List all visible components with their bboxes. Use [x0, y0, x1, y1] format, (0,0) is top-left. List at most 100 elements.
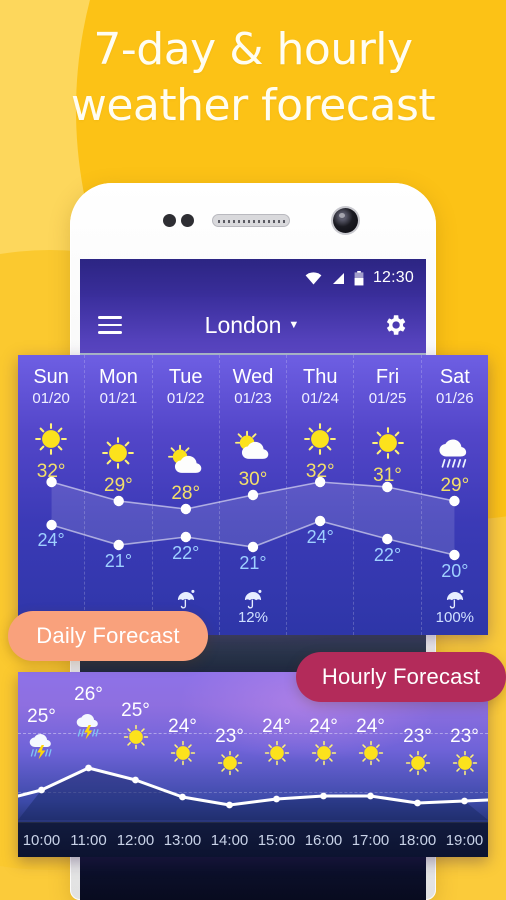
day-precip-label: 100%: [435, 609, 475, 626]
status-bar-time: 12:30: [372, 269, 414, 286]
day-date-label: 01/25: [368, 390, 407, 407]
sun-icon: [159, 740, 206, 766]
daily-forecast-badge-label: Daily Forecast: [36, 623, 180, 648]
hour-time-label: 10:00: [22, 831, 61, 849]
day-name-label: Mon: [98, 366, 138, 388]
hour-temp-label: 24°: [168, 716, 197, 737]
hour-time-label: 14:00: [210, 831, 249, 849]
hour-time-label: 18:00: [398, 831, 437, 849]
daily-forecast-badge[interactable]: Daily Forecast: [8, 611, 208, 661]
hour-time-label: 15:00: [257, 831, 296, 849]
hour-temp-label: 23°: [215, 726, 244, 747]
hourly-forecast-column[interactable]: 23°: [206, 672, 253, 820]
hour-time-label: 12:00: [116, 831, 155, 849]
partly-cloudy-icon: [153, 441, 219, 481]
day-name-label: Thu: [303, 366, 338, 388]
hourly-forecast-column[interactable]: 24°: [159, 672, 206, 820]
hour-temp-label: 23°: [403, 726, 432, 747]
daily-forecast-column[interactable]: Mon 01/21 29° 21°: [85, 355, 153, 635]
day-low-temp-label: 21°: [239, 553, 267, 573]
day-precip-label: 12%: [237, 609, 268, 626]
hourly-forecast-column[interactable]: 24°: [253, 672, 300, 820]
day-date-label: 01/23: [234, 390, 272, 407]
day-high-temp-label: 29°: [104, 475, 133, 496]
headline: 7-day & hourly weather forecast: [0, 22, 506, 135]
daily-forecast-column[interactable]: Sun 01/20 32° 24°: [18, 355, 86, 635]
hamburger-menu-icon[interactable]: [98, 311, 122, 339]
sun-icon: [300, 740, 347, 766]
umbrella-icon: [153, 586, 219, 610]
day-low-temp-label: 22°: [373, 545, 402, 565]
day-high-temp-label: 30°: [238, 469, 268, 490]
no-precip-placeholder: [85, 586, 151, 610]
hour-time-label: 16:00: [304, 831, 343, 849]
wifi-icon: [305, 271, 322, 285]
earpiece-speaker-icon: [212, 214, 290, 227]
headline-line-2: weather forecast: [70, 80, 436, 132]
day-low-temp-label: 22°: [172, 543, 200, 563]
daily-forecast-card: Sun 01/20 32° 24° Mon 01/21 29° 21° Tue 01/22 28° 2…: [18, 355, 488, 635]
city-name-label: London: [204, 311, 282, 338]
sun-icon: [394, 750, 441, 776]
day-date-label: 01/22: [166, 390, 205, 407]
hour-temp-label: 24°: [262, 716, 291, 737]
hour-time-label: 13:00: [163, 831, 202, 849]
sun-icon: [253, 740, 300, 766]
partly-cloudy-icon: [220, 427, 286, 467]
hour-time-label: 19:00: [445, 831, 484, 849]
day-name-label: Tue: [168, 366, 203, 388]
day-name-label: Sat: [439, 366, 470, 388]
thunderstorm-icon: [65, 710, 112, 740]
daily-forecast-columns: Sun 01/20 32° 24° Mon 01/21 29° 21° Tue 01/22 28° 2…: [18, 355, 488, 635]
day-high-temp-label: 29°: [440, 475, 470, 496]
hourly-forecast-column[interactable]: 26°: [65, 672, 112, 820]
hourly-time-axis: 10:00 11:00 12:00 13:00 14:00 15:00 16:00 17:00…: [18, 822, 488, 857]
sun-icon: [85, 433, 151, 473]
no-precip-placeholder: [18, 586, 84, 610]
day-high-temp-label: 32°: [305, 461, 335, 482]
gear-icon[interactable]: [382, 312, 408, 338]
front-camera-icon: [333, 208, 358, 233]
status-bar: 12:30: [80, 259, 426, 297]
daily-forecast-column[interactable]: Wed 01/23 30° 21° 12%: [220, 355, 288, 635]
light-sensor-icon: [181, 214, 194, 227]
daily-forecast-column[interactable]: Fri 01/25 31° 22°: [354, 355, 422, 635]
hourly-forecast-badge[interactable]: Hourly Forecast: [296, 652, 506, 702]
day-date-label: 01/26: [436, 390, 474, 407]
day-name-label: Sun: [33, 366, 69, 388]
day-high-temp-label: 31°: [373, 465, 402, 486]
umbrella-icon: [220, 586, 286, 610]
city-selector[interactable]: London ▼: [205, 312, 300, 339]
battery-icon: [354, 270, 364, 286]
sun-icon: [441, 750, 488, 776]
hour-temp-label: 24°: [356, 716, 385, 737]
sun-icon: [112, 724, 159, 750]
sun-icon: [354, 423, 420, 463]
daily-forecast-column[interactable]: Thu 01/24 32° 24°: [287, 355, 355, 635]
hour-temp-label: 26°: [74, 684, 103, 705]
hourly-forecast-column[interactable]: 25°: [112, 672, 159, 820]
umbrella-icon: [422, 586, 488, 610]
day-low-temp-label: 24°: [37, 530, 65, 550]
day-date-label: 01/24: [301, 390, 340, 407]
daily-forecast-column[interactable]: Tue 01/22 28° 22°: [153, 355, 220, 635]
sun-icon: [287, 419, 353, 459]
headline-line-1: 7-day & hourly: [93, 24, 413, 75]
sun-icon: [18, 419, 84, 459]
hour-time-label: 17:00: [351, 831, 390, 849]
hour-time-label: 11:00: [70, 831, 107, 849]
hour-temp-label: 23°: [450, 726, 479, 747]
day-high-temp-label: 32°: [36, 461, 66, 482]
proximity-sensor-icon: [163, 214, 176, 227]
day-date-label: 01/20: [32, 390, 70, 407]
daily-forecast-column[interactable]: Sat 01/26 29° 20° 100%: [422, 355, 488, 635]
hour-temp-label: 24°: [309, 716, 338, 737]
sun-icon: [206, 750, 253, 776]
thunderstorm-icon: [18, 730, 65, 760]
phone-screen-bottom-strip: [80, 857, 426, 900]
day-low-temp-label: 24°: [306, 527, 334, 547]
day-name-label: Fri: [375, 366, 400, 388]
hourly-forecast-badge-label: Hourly Forecast: [321, 664, 481, 689]
hourly-forecast-column[interactable]: 25°: [18, 672, 65, 820]
day-low-temp-label: 20°: [441, 561, 469, 581]
